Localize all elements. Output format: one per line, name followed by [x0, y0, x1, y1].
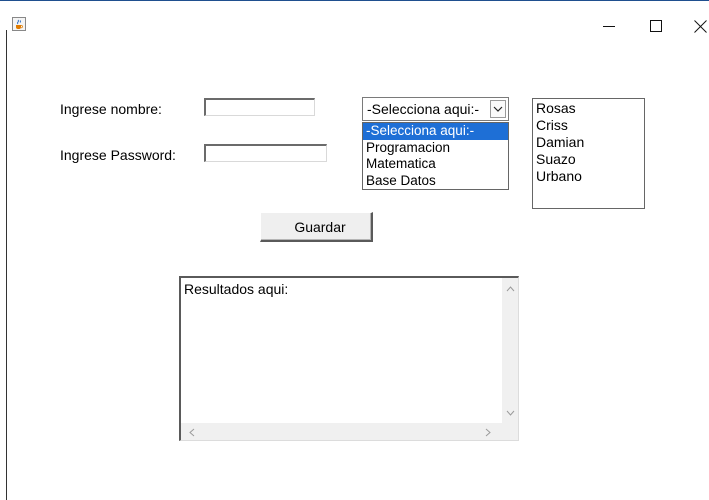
scroll-right-icon[interactable] [483, 427, 493, 437]
combobox-dropdown: -Selecciona aqui:- Programacion Matemati… [362, 122, 509, 190]
list-item[interactable]: Criss [533, 117, 644, 134]
scrollbar-corner [502, 423, 518, 440]
dropdown-option-programacion[interactable]: Programacion [363, 140, 508, 157]
title-bar[interactable] [0, 1, 709, 35]
results-text: Resultados aqui: [184, 281, 289, 297]
results-textarea[interactable]: Resultados aqui: [179, 276, 519, 441]
window-left-border [6, 30, 7, 500]
names-list[interactable]: Rosas Criss Damian Suazo Urbano [532, 98, 645, 209]
maximize-icon [650, 20, 662, 32]
dropdown-option-matematica[interactable]: Matematica [363, 156, 508, 173]
combobox-arrow-button[interactable] [490, 100, 506, 118]
minimize-icon [603, 26, 615, 27]
list-item[interactable]: Damian [533, 134, 644, 151]
close-button[interactable] [678, 11, 709, 41]
category-combobox[interactable]: -Selecciona aqui:- [362, 97, 509, 121]
scroll-left-icon[interactable] [187, 427, 197, 437]
password-label: Ingrese Password: [60, 147, 176, 163]
scroll-down-icon[interactable] [505, 408, 515, 418]
horizontal-scrollbar[interactable] [181, 423, 502, 440]
combobox-selected-value: -Selecciona aqui:- [367, 101, 480, 117]
java-cup-icon [12, 17, 26, 31]
dropdown-option-selecciona[interactable]: -Selecciona aqui:- [363, 123, 508, 140]
list-item[interactable]: Suazo [533, 151, 644, 168]
scroll-up-icon[interactable] [505, 284, 515, 294]
nombre-input[interactable] [204, 98, 315, 116]
minimize-button[interactable] [587, 11, 631, 41]
maximize-button[interactable] [634, 11, 678, 41]
list-item[interactable]: Urbano [533, 168, 644, 185]
vertical-scrollbar[interactable] [502, 278, 518, 423]
chevron-down-icon [493, 106, 503, 112]
password-input[interactable] [204, 144, 327, 162]
dropdown-option-base-datos[interactable]: Base Datos [363, 173, 508, 190]
guardar-button[interactable]: Guardar [260, 212, 373, 242]
list-item[interactable]: Rosas [533, 100, 644, 117]
close-icon [693, 19, 707, 33]
nombre-label: Ingrese nombre: [60, 101, 162, 117]
